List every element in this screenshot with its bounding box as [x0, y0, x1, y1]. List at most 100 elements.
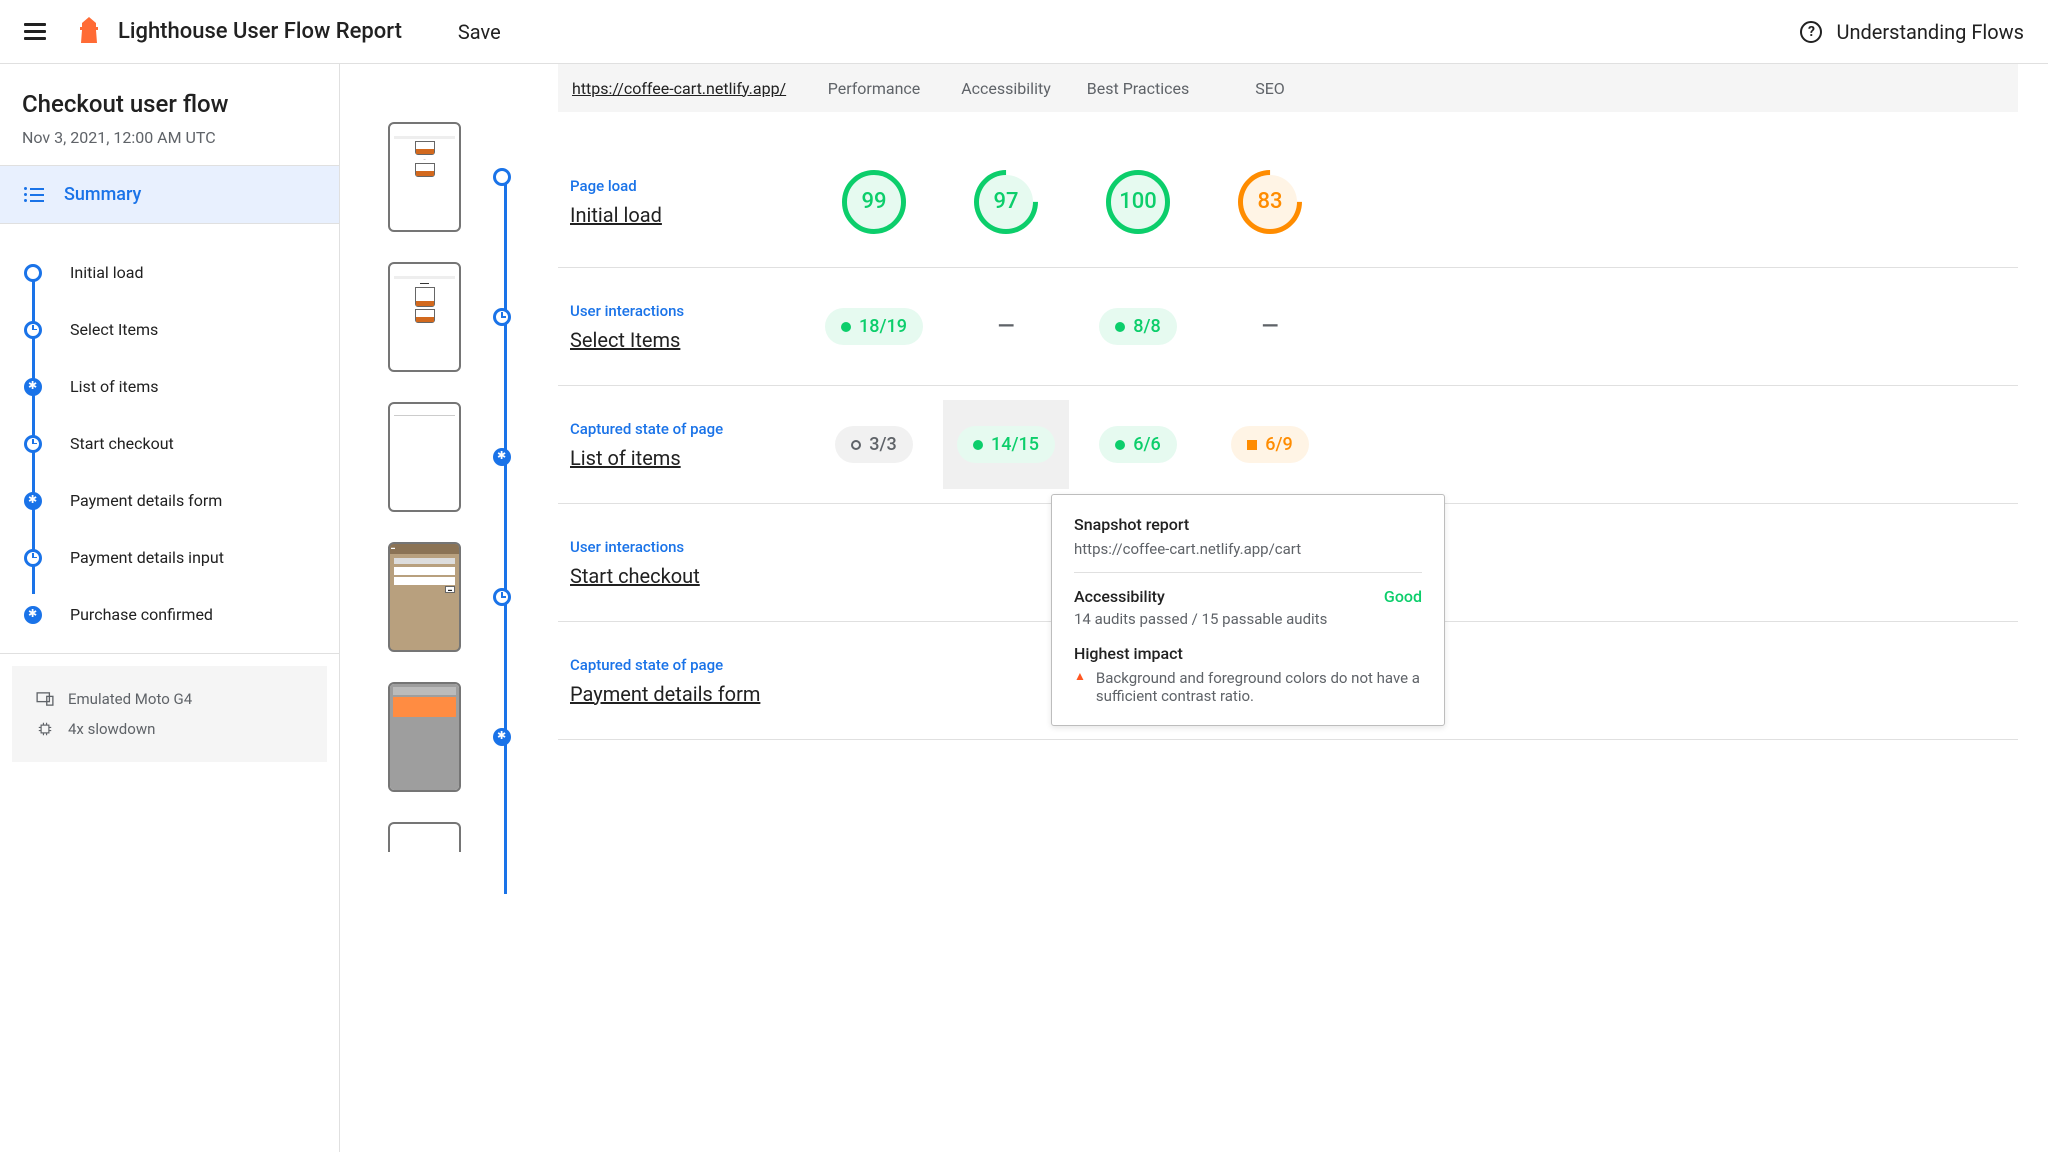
sidebar-step[interactable]: Select Items: [0, 301, 339, 358]
col-best-practices: Best Practices: [1072, 79, 1204, 98]
clock-icon: [24, 435, 42, 453]
step-label: Payment details input: [70, 548, 224, 567]
sidebar-header: Checkout user flow Nov 3, 2021, 12:00 AM…: [0, 64, 339, 166]
main-content: — ▬▬▬ ▬▬ https://coffee-cart.netlify.app…: [340, 64, 2048, 1152]
sidebar-step[interactable]: Start checkout: [0, 415, 339, 472]
flow-row: Captured state of page List of items 3/3 14…: [558, 386, 2018, 504]
metric-cell[interactable]: 100: [1072, 175, 1204, 229]
tooltip-status: Good: [1384, 587, 1422, 606]
metric-cell[interactable]: 83: [1204, 175, 1336, 229]
circle-icon: [493, 168, 511, 186]
tooltip-category: Accessibility: [1074, 587, 1165, 606]
sidebar-item-summary[interactable]: Summary: [0, 166, 339, 224]
pill-badge[interactable]: 14/15: [957, 426, 1055, 463]
flow-name[interactable]: Select Items: [570, 328, 808, 352]
lighthouse-logo-icon: [78, 17, 100, 47]
flow-type: User interactions: [570, 302, 808, 320]
metric-cell[interactable]: 6/6: [1072, 426, 1204, 463]
aperture-icon: [493, 448, 511, 466]
metric-cell[interactable]: 6/9: [1204, 426, 1336, 463]
metric-cell[interactable]: 97: [940, 175, 1072, 229]
tooltip-title: Snapshot report: [1074, 515, 1422, 534]
thumbnail[interactable]: ▬▬▬: [388, 262, 461, 372]
timeline-column: — ▬▬▬ ▬▬: [388, 64, 558, 1152]
menu-icon[interactable]: [24, 23, 46, 40]
aperture-icon: [24, 378, 42, 396]
cpu-icon: [36, 722, 54, 736]
gauge[interactable]: 100: [1111, 175, 1165, 229]
pill-badge[interactable]: 6/9: [1231, 426, 1308, 463]
gauge[interactable]: 99: [847, 175, 901, 229]
dash: —: [998, 314, 1015, 339]
test-url[interactable]: https://coffee-cart.netlify.app/: [558, 79, 808, 98]
metric-cell[interactable]: 18/19: [808, 308, 940, 345]
env-info: Emulated Moto G4 4x slowdown: [12, 666, 327, 762]
sidebar-steps: Initial load Select Items List of items Sta…: [0, 224, 339, 654]
clock-icon: [24, 321, 42, 339]
save-button[interactable]: Save: [458, 20, 501, 44]
flow-title: Checkout user flow: [22, 90, 317, 118]
aperture-icon: [24, 606, 42, 624]
aperture-icon: [493, 728, 511, 746]
app-header: Lighthouse User Flow Report Save ? Under…: [0, 0, 2048, 64]
tooltip-url: https://coffee-cart.netlify.app/cart: [1074, 540, 1422, 573]
sidebar-step[interactable]: Purchase confirmed: [0, 586, 339, 643]
flow-name[interactable]: Start checkout: [570, 564, 808, 588]
metric-cell[interactable]: 8/8: [1072, 308, 1204, 345]
pill-badge[interactable]: 18/19: [825, 308, 923, 345]
table-header: https://coffee-cart.netlify.app/ Perform…: [558, 64, 2018, 112]
flow-type: Captured state of page: [570, 420, 808, 438]
clock-icon: [493, 588, 511, 606]
col-performance: Performance: [808, 79, 940, 98]
help-icon: ?: [1800, 21, 1822, 43]
gauge[interactable]: 83: [1243, 175, 1297, 229]
circle-icon: [24, 264, 42, 282]
metric-cell[interactable]: 3/3: [808, 426, 940, 463]
sidebar-step[interactable]: Payment details input: [0, 529, 339, 586]
pill-badge[interactable]: 3/3: [835, 426, 912, 463]
metric-cell[interactable]: —: [1204, 314, 1336, 339]
dash: —: [1262, 314, 1279, 339]
help-link[interactable]: ? Understanding Flows: [1800, 20, 2024, 44]
gauge[interactable]: 97: [979, 175, 1033, 229]
flow-type: Captured state of page: [570, 656, 808, 674]
flow-name[interactable]: Payment details form: [570, 682, 808, 706]
metric-cell[interactable]: 99: [808, 175, 940, 229]
flow-name[interactable]: List of items: [570, 446, 808, 470]
thumbnail[interactable]: [388, 682, 461, 792]
sidebar-step[interactable]: Initial load: [0, 244, 339, 301]
col-seo: SEO: [1204, 79, 1336, 98]
sidebar-step[interactable]: Payment details form: [0, 472, 339, 529]
help-label: Understanding Flows: [1836, 20, 2024, 44]
flow-row: Page load Initial load 99 97 100 83: [558, 136, 2018, 268]
step-label: Payment details form: [70, 491, 222, 510]
flow-type: User interactions: [570, 538, 808, 556]
step-label: List of items: [70, 377, 159, 396]
pill-badge[interactable]: 8/8: [1099, 308, 1176, 345]
thumbnail[interactable]: [388, 402, 461, 512]
flow-type: Page load: [570, 177, 808, 195]
list-icon: [24, 187, 44, 202]
env-device: Emulated Moto G4: [36, 684, 303, 714]
metric-cell[interactable]: —: [940, 314, 1072, 339]
thumbnail[interactable]: ▬▬: [388, 542, 461, 652]
sidebar: Checkout user flow Nov 3, 2021, 12:00 AM…: [0, 64, 340, 1152]
page-title: Lighthouse User Flow Report: [118, 19, 402, 44]
env-throttle: 4x slowdown: [36, 714, 303, 744]
aperture-icon: [24, 492, 42, 510]
thumbnail[interactable]: [388, 822, 461, 852]
step-label: Select Items: [70, 320, 158, 339]
step-label: Purchase confirmed: [70, 605, 213, 624]
thumbnail[interactable]: —: [388, 122, 461, 232]
metric-cell[interactable]: 14/15: [940, 426, 1072, 463]
tooltip-impact: ▲ Background and foreground colors do no…: [1074, 669, 1422, 705]
pill-badge[interactable]: 6/6: [1099, 426, 1176, 463]
summary-label: Summary: [64, 184, 141, 205]
sidebar-step[interactable]: List of items: [0, 358, 339, 415]
flow-row: User interactions Select Items 18/19 — 8/8 —: [558, 268, 2018, 386]
clock-icon: [493, 308, 511, 326]
flow-date: Nov 3, 2021, 12:00 AM UTC: [22, 128, 317, 147]
triangle-icon: ▲: [1074, 669, 1086, 705]
flow-name[interactable]: Initial load: [570, 203, 808, 227]
tooltip: Snapshot report https://coffee-cart.netl…: [1051, 494, 1445, 726]
